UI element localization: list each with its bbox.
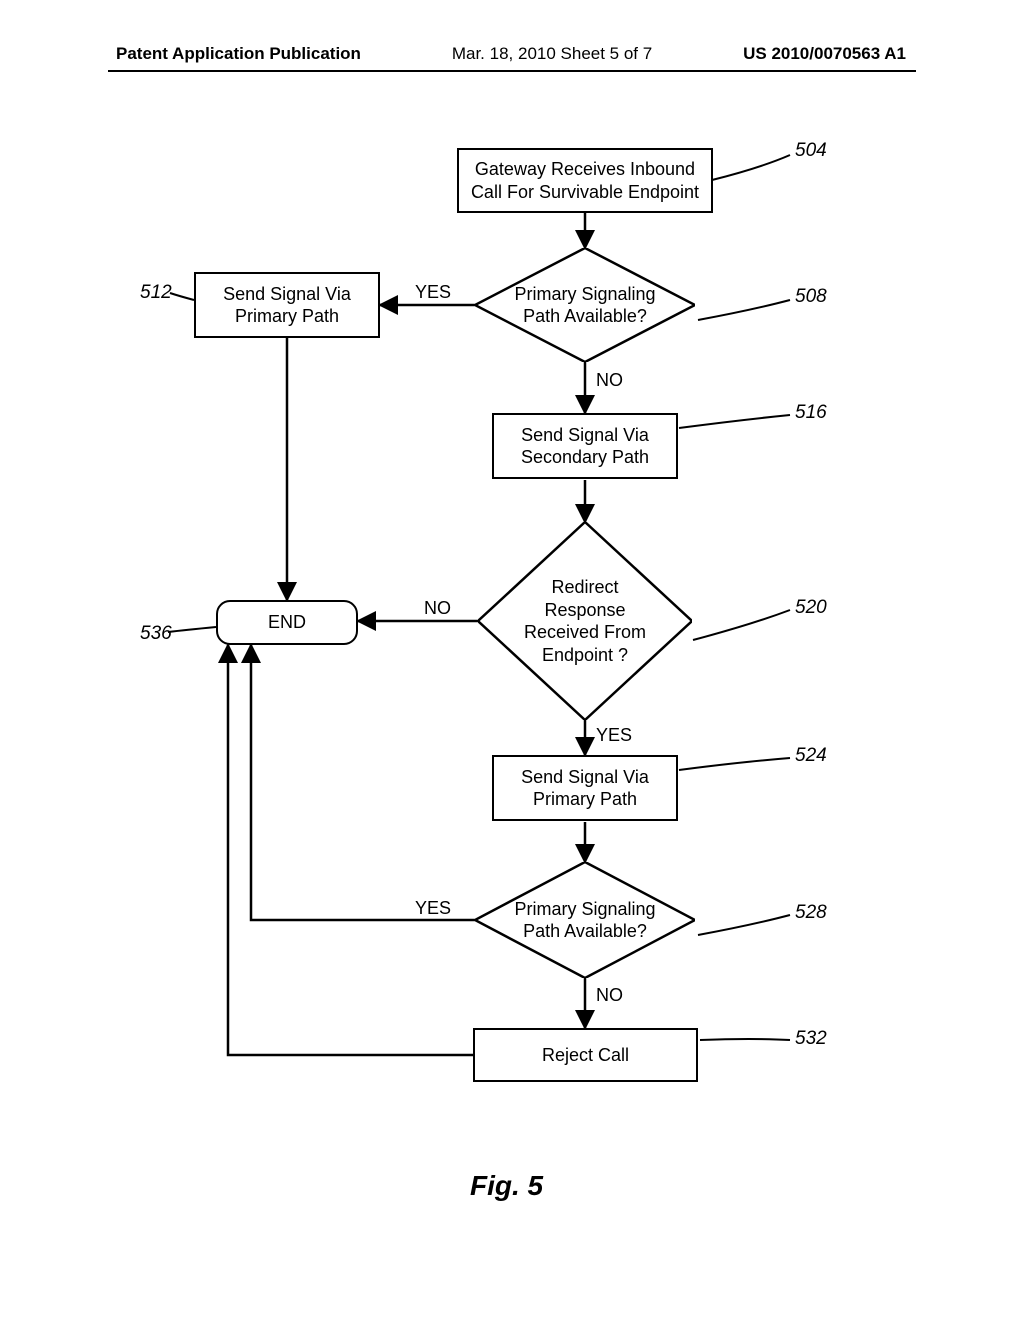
ref-528: 528 (795, 902, 827, 924)
node-532: Reject Call (473, 1028, 698, 1082)
ref-536: 536 (140, 623, 172, 645)
node-504-text: Gateway Receives Inbound Call For Surviv… (471, 158, 699, 203)
ref-524: 524 (795, 745, 827, 767)
node-516-text: Send Signal Via Secondary Path (521, 424, 649, 469)
node-504: Gateway Receives Inbound Call For Surviv… (457, 148, 713, 213)
ref-504: 504 (795, 140, 827, 162)
edge-508-yes: YES (415, 282, 451, 303)
node-512-text: Send Signal Via Primary Path (223, 283, 351, 328)
node-536-text: END (268, 611, 306, 634)
node-508: Primary Signaling Path Available? (475, 248, 476, 249)
node-512: Send Signal Via Primary Path (194, 272, 380, 338)
node-520: Redirect Response Received From Endpoint… (478, 522, 479, 523)
node-528: Primary Signaling Path Available? (475, 862, 476, 863)
ref-520: 520 (795, 597, 827, 619)
node-528-text: Primary Signaling Path Available? (514, 898, 655, 943)
edge-520-no: NO (424, 598, 451, 619)
ref-508: 508 (795, 286, 827, 308)
flowchart-canvas: Gateway Receives Inbound Call For Surviv… (0, 0, 1024, 1320)
node-516: Send Signal Via Secondary Path (492, 413, 678, 479)
edge-520-yes: YES (596, 725, 632, 746)
ref-516: 516 (795, 402, 827, 424)
ref-512: 512 (140, 282, 172, 304)
edge-528-yes: YES (415, 898, 451, 919)
edge-508-no: NO (596, 370, 623, 391)
node-532-text: Reject Call (542, 1044, 629, 1067)
node-520-text: Redirect Response Received From Endpoint… (524, 576, 646, 666)
edge-528-no: NO (596, 985, 623, 1006)
ref-532: 532 (795, 1028, 827, 1050)
node-536: END (216, 600, 358, 645)
node-524: Send Signal Via Primary Path (492, 755, 678, 821)
figure-caption: Fig. 5 (470, 1170, 543, 1202)
node-508-text: Primary Signaling Path Available? (514, 283, 655, 328)
node-524-text: Send Signal Via Primary Path (521, 766, 649, 811)
